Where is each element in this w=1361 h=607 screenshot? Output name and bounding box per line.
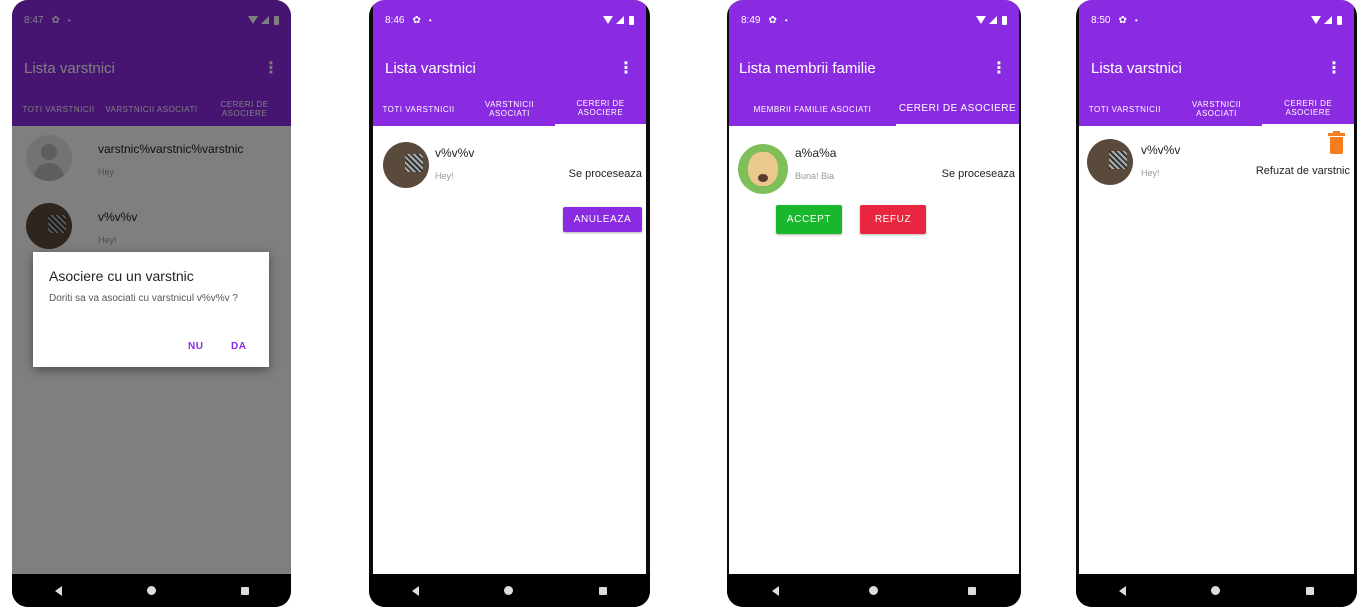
wifi-icon: [976, 16, 986, 24]
tab-varstnicii-asociati[interactable]: VARSTNICII ASOCIATI: [464, 92, 555, 126]
clock: 8:46: [385, 14, 405, 26]
avatar: [738, 144, 788, 194]
gear-icon: ✿: [768, 14, 777, 26]
dialog-message: Doriti sa va asociati cu varstnicul v%v%…: [49, 293, 238, 304]
screen: 8:47 ✿ • Lista varstnici ⋮ TOTI VARSTNIC…: [12, 0, 291, 574]
tab-varstnicii-asociati[interactable]: VARSTNICII ASOCIATI: [1171, 92, 1263, 126]
phone-screen-associate-dialog: 8:47 ✿ • Lista varstnici ⋮ TOTI VARSTNIC…: [12, 0, 291, 607]
back-icon[interactable]: [411, 585, 419, 596]
overflow-menu-icon[interactable]: ⋮: [991, 58, 1007, 78]
navigation-bar: [12, 574, 291, 607]
tab-membrii-familie-asociati[interactable]: MEMBRII FAMILIE ASOCIATI: [729, 92, 896, 126]
tab-toti-varstnicii[interactable]: TOTI VARSTNICII: [1079, 92, 1171, 126]
app-title: Lista membrii familie: [739, 60, 876, 77]
home-icon[interactable]: [1211, 586, 1221, 595]
phone-screen-refused-request: 8:50 ✿ • Lista varstnici ⋮ TOTI VARSTNIC…: [1076, 0, 1357, 607]
navigation-bar: [727, 574, 1021, 607]
recents-icon[interactable]: [599, 586, 608, 595]
app-title: Lista varstnici: [1091, 60, 1182, 77]
back-icon[interactable]: [1118, 585, 1126, 596]
recents-icon[interactable]: [968, 586, 976, 595]
list-item: v%v%v Hey! Se proceseaza: [373, 140, 646, 200]
contact-message: Hey!: [435, 171, 454, 181]
request-status: Se proceseaza: [568, 168, 642, 180]
screen: 8:46 ✿ • Lista varstnici ⋮ TOTI VARSTNIC…: [373, 0, 646, 574]
tab-toti-varstnicii[interactable]: TOTI VARSTNICII: [373, 92, 464, 126]
refuse-button[interactable]: REFUZ: [860, 205, 926, 234]
screen: 8:49 ✿ • Lista membrii familie ⋮ MEMBRII…: [729, 0, 1019, 574]
navigation-bar: [369, 574, 650, 607]
contact-name: v%v%v: [435, 146, 475, 160]
tab-bar: TOTI VARSTNICII VARSTNICII ASOCIATI CERE…: [1079, 92, 1354, 126]
trash-icon[interactable]: [1328, 131, 1345, 154]
status-bar: 8:50 ✿ •: [1079, 0, 1354, 40]
navigation-bar: [1076, 574, 1357, 607]
status-bar: 8:46 ✿ •: [373, 0, 646, 40]
phone-screen-family-request: 8:49 ✿ • Lista membrii familie ⋮ MEMBRII…: [727, 0, 1021, 607]
cancel-button[interactable]: ANULEAZA: [563, 207, 642, 232]
notification-dot-icon: •: [1134, 15, 1138, 25]
accept-button[interactable]: ACCEPT: [776, 205, 842, 234]
signal-icon: [1324, 16, 1332, 24]
battery-icon: [1337, 15, 1342, 25]
associate-dialog: Asociere cu un varstnic Doriti sa va aso…: [33, 252, 269, 367]
home-icon[interactable]: [869, 586, 878, 595]
tab-bar: TOTI VARSTNICII VARSTNICII ASOCIATI CERE…: [373, 92, 646, 126]
tab-bar: MEMBRII FAMILIE ASOCIATI CERERI DE ASOCI…: [729, 92, 1019, 126]
tab-cereri-de-asociere[interactable]: CERERI DE ASOCIERE: [896, 92, 1019, 126]
list-item: v%v%v Hey! Refuzat de varstnic: [1079, 137, 1354, 197]
dialog-title: Asociere cu un varstnic: [49, 268, 194, 284]
signal-icon: [989, 16, 997, 24]
back-icon[interactable]: [772, 585, 779, 596]
request-status: Refuzat de varstnic: [1255, 165, 1350, 177]
back-icon[interactable]: [54, 585, 62, 596]
no-button[interactable]: NU: [188, 341, 203, 352]
screen: 8:50 ✿ • Lista varstnici ⋮ TOTI VARSTNIC…: [1079, 0, 1354, 574]
contact-name: v%v%v: [1141, 143, 1181, 157]
wifi-icon: [603, 16, 613, 24]
home-icon[interactable]: [504, 586, 514, 595]
app-bar: Lista varstnici ⋮ TOTI VARSTNICII VARSTN…: [1079, 40, 1354, 126]
battery-icon: [1002, 15, 1007, 25]
yes-button[interactable]: DA: [231, 341, 246, 352]
gear-icon: ✿: [412, 14, 421, 26]
gear-icon: ✿: [1118, 14, 1127, 26]
contact-message: Buna! Bia: [795, 171, 835, 181]
wifi-icon: [1311, 16, 1321, 24]
overflow-menu-icon[interactable]: ⋮: [618, 58, 634, 78]
contact-message: Hey!: [1141, 168, 1160, 178]
notification-dot-icon: •: [428, 15, 432, 25]
request-status: Se proceseaza: [941, 168, 1015, 180]
contact-name: a%a%a: [795, 146, 837, 160]
clock: 8:50: [1091, 14, 1111, 26]
avatar: [1087, 139, 1133, 185]
tab-cereri-de-asociere[interactable]: CERERI DE ASOCIERE: [1262, 92, 1354, 126]
list-item: a%a%a Buna! Bia Se proceseaza: [729, 140, 1019, 200]
status-bar: 8:49 ✿ •: [729, 0, 1019, 40]
app-bar: Lista membrii familie ⋮ MEMBRII FAMILIE …: [729, 40, 1019, 126]
overflow-menu-icon[interactable]: ⋮: [1326, 58, 1342, 78]
recents-icon[interactable]: [1306, 586, 1315, 595]
recents-icon[interactable]: [240, 586, 249, 595]
app-title: Lista varstnici: [385, 60, 476, 77]
phone-screen-pending-request: 8:46 ✿ • Lista varstnici ⋮ TOTI VARSTNIC…: [369, 0, 650, 607]
tab-cereri-de-asociere[interactable]: CERERI DE ASOCIERE: [555, 92, 646, 126]
signal-icon: [616, 16, 624, 24]
battery-icon: [629, 15, 634, 25]
clock: 8:49: [741, 14, 761, 26]
home-icon[interactable]: [146, 586, 156, 595]
notification-dot-icon: •: [784, 15, 788, 25]
app-bar: Lista varstnici ⋮ TOTI VARSTNICII VARSTN…: [373, 40, 646, 126]
avatar: [383, 142, 429, 188]
